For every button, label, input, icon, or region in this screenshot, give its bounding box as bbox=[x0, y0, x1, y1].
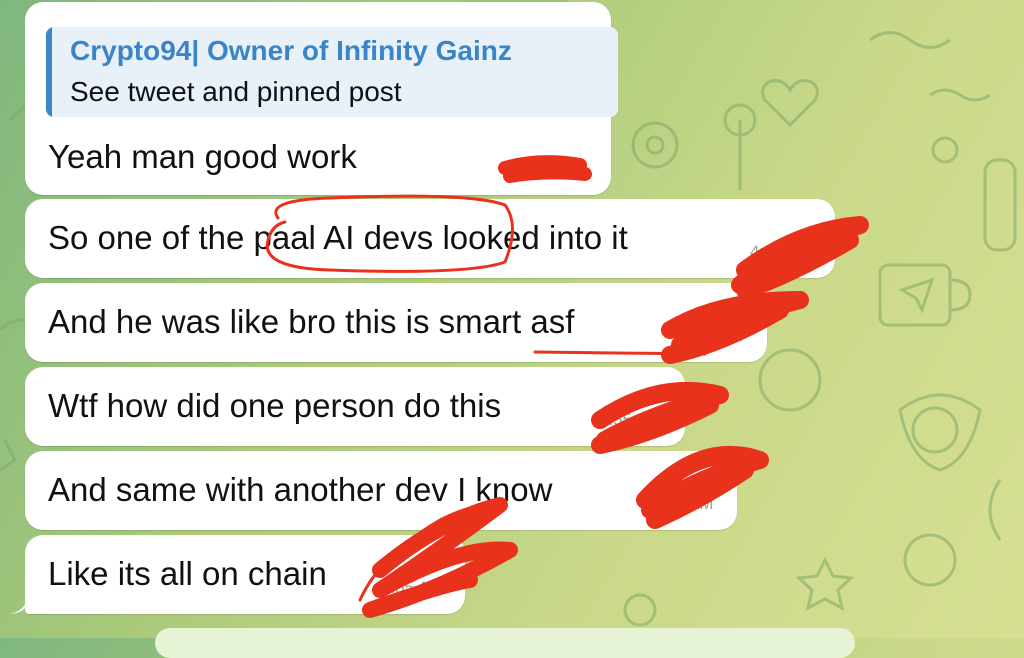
flower-doodle-icon bbox=[631, 121, 679, 169]
telegram-doodle-icon bbox=[898, 277, 935, 314]
message-time: 4:55 AM bbox=[750, 242, 813, 261]
message-bubble[interactable]: And same with another dev I know 4:55 AM bbox=[25, 451, 737, 530]
heart-doodle-icon bbox=[761, 79, 819, 128]
message-text: Like its all on chain bbox=[48, 555, 327, 592]
message-text: And same with another dev I know bbox=[48, 471, 553, 508]
message-text: Wtf how did one person do this bbox=[48, 387, 502, 424]
star-doodle-icon bbox=[795, 556, 855, 611]
reply-accent-bar bbox=[46, 27, 52, 117]
message-bubble[interactable]: So one of the paal AI devs looked into i… bbox=[25, 199, 835, 278]
pineapple-doodle-icon bbox=[758, 348, 822, 412]
wave-doodle-icon bbox=[869, 31, 951, 49]
next-message-edge bbox=[155, 628, 855, 658]
message-bubble[interactable]: Like its all on chain 4:55 AM bbox=[25, 535, 465, 614]
message-bubble[interactable]: And he was like bro this is smart asf 4:… bbox=[25, 283, 767, 362]
reply-preview[interactable]: Crypto94| Owner of Infinity Gainz See tw… bbox=[46, 27, 618, 117]
message-bubble[interactable]: Wtf how did one person do this 4:55 AM bbox=[25, 367, 685, 446]
message-text: Yeah man good work bbox=[48, 138, 357, 175]
message-time: 4:55 AM bbox=[525, 164, 588, 183]
message-bubble[interactable]: Crypto94| Owner of Infinity Gainz See tw… bbox=[25, 2, 618, 195]
message-time: 4:55 AM bbox=[681, 326, 744, 345]
message-time: 4:55 AM bbox=[381, 578, 444, 597]
message-time: 4:55 AM bbox=[651, 494, 714, 513]
mug-doodle-icon bbox=[878, 263, 952, 327]
reply-author: Crypto94| Owner of Infinity Gainz bbox=[70, 35, 512, 66]
message-time: 4:55 AM bbox=[599, 410, 662, 429]
reply-text: See tweet and pinned post bbox=[70, 76, 402, 107]
bottle-doodle-icon bbox=[983, 158, 1017, 252]
message-text: So one of the paal AI devs looked into i… bbox=[48, 219, 628, 256]
message-text: And he was like bro this is smart asf bbox=[48, 303, 575, 340]
bubble-tail bbox=[9, 590, 27, 614]
candy-doodle-icon bbox=[723, 103, 757, 190]
